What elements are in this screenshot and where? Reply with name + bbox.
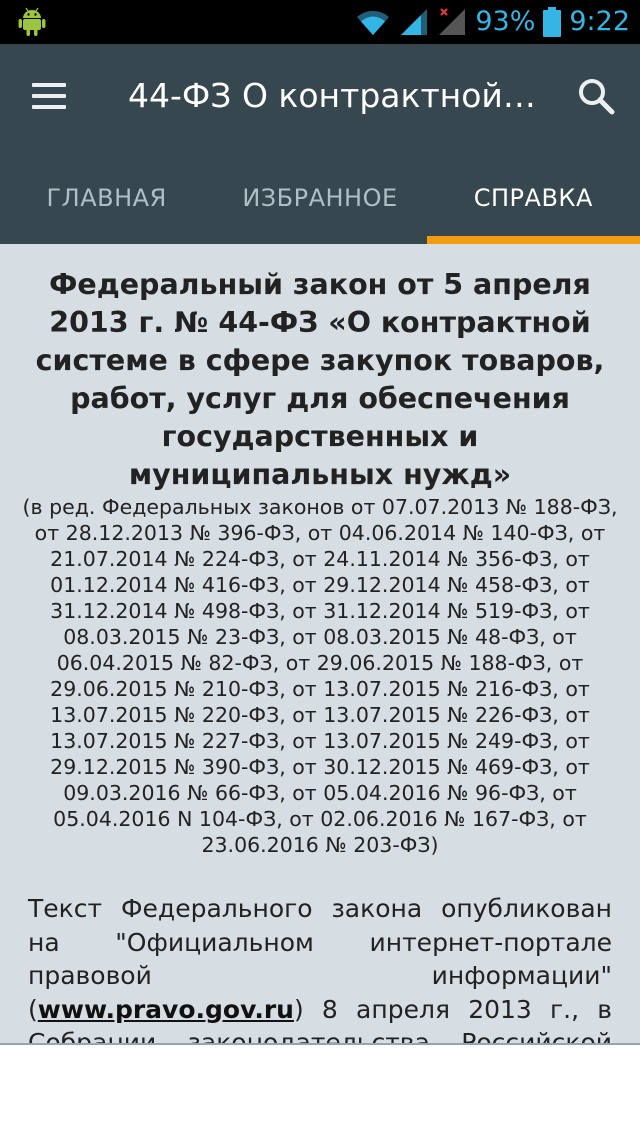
app-bar: 44-ФЗ О контрактной… ГЛАВНАЯ ИЗБРАННОЕ С… [0, 44, 640, 244]
status-bar: 93% 9:22 [0, 0, 640, 44]
battery-percent: 93% [475, 6, 536, 37]
pravo-gov-link[interactable]: www.pravo.gov.ru [38, 995, 294, 1024]
document-revisions: (в ред. Федеральных законов от 07.07.201… [22, 495, 618, 857]
document-title: Федеральный закон от 5 апреля 2013 г. № … [35, 268, 605, 491]
tab-bar: ГЛАВНАЯ ИЗБРАННОЕ СПРАВКА [0, 152, 640, 244]
tab-main-label: ГЛАВНАЯ [46, 184, 167, 212]
document-content[interactable]: Федеральный закон от 5 апреля 2013 г. № … [0, 244, 640, 1043]
wifi-icon [357, 10, 390, 35]
signal-no-service-icon [439, 8, 466, 35]
android-icon [18, 7, 46, 36]
signal-icon [401, 9, 428, 35]
tab-main[interactable]: ГЛАВНАЯ [0, 152, 213, 244]
search-icon[interactable] [574, 74, 618, 118]
app-title: 44-ФЗ О контрактной… [128, 76, 536, 115]
hamburger-menu-icon[interactable] [28, 74, 72, 118]
bottom-area [0, 1045, 640, 1138]
document-body: Текст Федерального закона опубликован на… [28, 892, 612, 1043]
tab-help[interactable]: СПРАВКА [426, 152, 640, 244]
clock: 9:22 [569, 6, 630, 37]
tab-help-label: СПРАВКА [473, 184, 593, 212]
tab-favorites-label: ИЗБРАННОЕ [242, 184, 398, 212]
tab-favorites[interactable]: ИЗБРАННОЕ [213, 152, 426, 244]
tab-active-indicator [426, 236, 640, 244]
battery-icon [543, 7, 562, 37]
